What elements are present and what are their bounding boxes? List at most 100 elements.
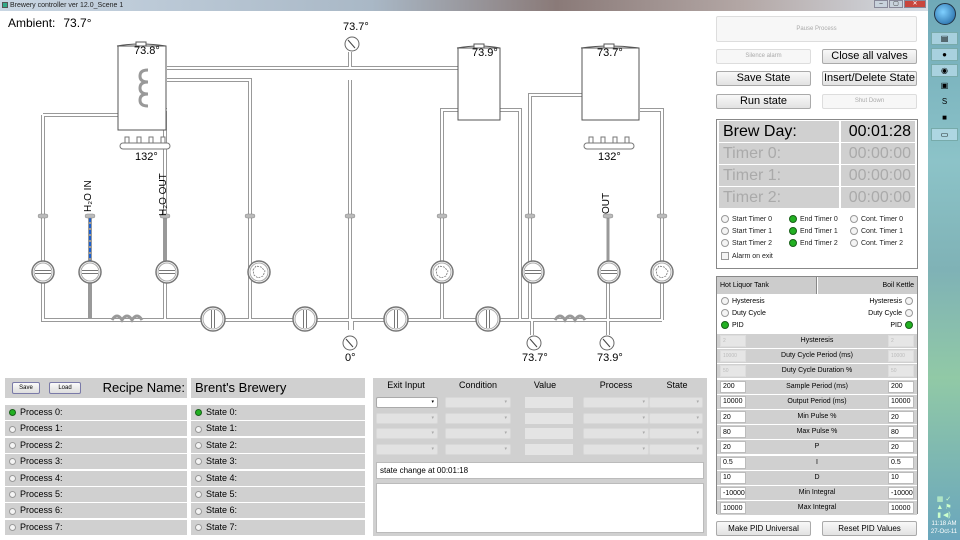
- left-pid-radio[interactable]: PID: [721, 321, 744, 329]
- shut-down-button[interactable]: Shut Down: [822, 94, 917, 109]
- condition-select[interactable]: ▾: [445, 428, 511, 439]
- pid-right-input[interactable]: [888, 350, 914, 363]
- pid-left-input[interactable]: [720, 456, 746, 469]
- pid-right-input[interactable]: [888, 471, 914, 484]
- state-select[interactable]: ▾: [649, 397, 703, 408]
- start-timer-0-radio[interactable]: Start Timer 0: [721, 215, 772, 223]
- exit-input-select[interactable]: ▾: [376, 397, 438, 408]
- windows-orb-icon[interactable]: [934, 3, 956, 25]
- pid-right-input[interactable]: [888, 411, 914, 423]
- state-item[interactable]: State 1:: [191, 421, 365, 437]
- silence-alarm-button[interactable]: Silence alarm: [716, 49, 811, 64]
- pause-process-button[interactable]: Pause Process: [716, 16, 917, 42]
- process-select[interactable]: ▾: [583, 443, 649, 455]
- value-field[interactable]: [525, 412, 573, 424]
- app-icon[interactable]: ▣: [931, 80, 958, 93]
- pid-left-input[interactable]: [720, 441, 746, 454]
- process-item[interactable]: Process 4:: [5, 470, 187, 486]
- right-hysteresis-radio[interactable]: Hysteresis: [869, 297, 913, 305]
- exit-input-select[interactable]: ▾: [376, 428, 438, 439]
- pid-right-input[interactable]: [888, 426, 914, 439]
- state-select[interactable]: ▾: [649, 428, 703, 439]
- state-item[interactable]: State 7:: [191, 519, 365, 535]
- left-hysteresis-radio[interactable]: Hysteresis: [721, 297, 765, 305]
- pid-right-input[interactable]: [888, 487, 914, 499]
- state-item[interactable]: State 3:: [191, 454, 365, 470]
- right-pid-radio[interactable]: PID: [890, 321, 913, 329]
- acrobat-icon[interactable]: ■: [931, 112, 958, 125]
- value-field[interactable]: [525, 443, 573, 455]
- recipe-load-button[interactable]: Load: [49, 382, 81, 394]
- pid-left-input[interactable]: [720, 471, 746, 484]
- pid-right-input[interactable]: [888, 502, 914, 515]
- end-timer-2-radio[interactable]: End Timer 2: [789, 239, 838, 247]
- start-timer-1-radio[interactable]: Start Timer 1: [721, 227, 772, 235]
- recipe-save-button[interactable]: Save: [12, 382, 40, 394]
- exit-input-select[interactable]: ▾: [376, 412, 438, 424]
- end-timer-0-radio[interactable]: End Timer 0: [789, 215, 838, 223]
- clock-time[interactable]: 11:18 AM: [930, 520, 958, 528]
- insert-delete-state-button[interactable]: Insert/Delete State: [822, 71, 917, 86]
- state-select[interactable]: ▾: [649, 412, 703, 424]
- state-item[interactable]: State 6:: [191, 503, 365, 519]
- skype-icon[interactable]: S: [931, 96, 958, 109]
- start-timer-2-radio[interactable]: Start Timer 2: [721, 239, 772, 247]
- cont-timer-1-radio[interactable]: Cont. Timer 1: [850, 227, 903, 235]
- condition-select[interactable]: ▾: [445, 412, 511, 424]
- pid-right-input[interactable]: [888, 335, 914, 347]
- state-item[interactable]: State 5:: [191, 487, 365, 502]
- end-timer-1-radio[interactable]: End Timer 1: [789, 227, 838, 235]
- folder-icon[interactable]: ▤: [931, 32, 958, 45]
- pid-left-input[interactable]: [720, 335, 746, 347]
- state-select[interactable]: ▾: [649, 443, 703, 455]
- left-duty-cycle-radio[interactable]: Duty Cycle: [721, 309, 766, 317]
- state-item[interactable]: State 4:: [191, 470, 365, 486]
- condition-select[interactable]: ▾: [445, 443, 511, 455]
- pid-left-input[interactable]: [720, 411, 746, 423]
- pid-right-input[interactable]: [888, 380, 914, 393]
- process-item[interactable]: Process 2:: [5, 437, 187, 453]
- state-item[interactable]: State 2:: [191, 437, 365, 453]
- pid-right-input[interactable]: [888, 456, 914, 469]
- pid-left-input[interactable]: [720, 365, 746, 378]
- minimize-button[interactable]: –: [874, 0, 888, 8]
- process-item[interactable]: Process 3:: [5, 454, 187, 470]
- right-duty-cycle-radio[interactable]: Duty Cycle: [868, 309, 913, 317]
- process-select[interactable]: ▾: [583, 428, 649, 439]
- process-item[interactable]: Process 6:: [5, 503, 187, 519]
- pid-left-input[interactable]: [720, 395, 746, 408]
- pid-left-input[interactable]: [720, 426, 746, 439]
- process-select[interactable]: ▾: [583, 397, 649, 408]
- value-field[interactable]: [525, 397, 573, 408]
- condition-select[interactable]: ▾: [445, 397, 511, 408]
- close-all-valves-button[interactable]: Close all valves: [822, 49, 917, 64]
- state-item[interactable]: State 0:: [191, 405, 365, 420]
- status-log-area[interactable]: [376, 483, 704, 533]
- process-item[interactable]: Process 7:: [5, 519, 187, 535]
- pid-left-input[interactable]: [720, 487, 746, 499]
- cont-timer-2-radio[interactable]: Cont. Timer 2: [850, 239, 903, 247]
- pid-right-input[interactable]: [888, 441, 914, 454]
- value-field[interactable]: [525, 428, 573, 439]
- pid-left-input[interactable]: [720, 350, 746, 363]
- pid-left-input[interactable]: [720, 380, 746, 393]
- run-state-button[interactable]: Run state: [716, 94, 811, 109]
- recipe-name-field[interactable]: Brent's Brewery: [191, 378, 365, 398]
- window-icon[interactable]: ▭: [931, 128, 958, 141]
- save-state-button[interactable]: Save State: [716, 71, 811, 86]
- pid-right-input[interactable]: [888, 395, 914, 408]
- process-item[interactable]: Process 5:: [5, 487, 187, 502]
- alarm-on-exit-checkbox[interactable]: Alarm on exit: [721, 252, 773, 260]
- tray-icons[interactable]: ▦ ✓ ▲ ⚑ ▮ ◀): [930, 496, 958, 520]
- reset-pid-values-button[interactable]: Reset PID Values: [822, 521, 917, 536]
- pid-left-input[interactable]: [720, 502, 746, 515]
- maximize-button[interactable]: ▢: [889, 0, 903, 8]
- process-item[interactable]: Process 0:: [5, 405, 187, 420]
- close-button[interactable]: ✕: [904, 0, 926, 8]
- pid-right-input[interactable]: [888, 365, 914, 378]
- exit-input-select[interactable]: ▾: [376, 443, 438, 455]
- steam-icon[interactable]: ◉: [931, 64, 958, 77]
- make-pid-universal-button[interactable]: Make PID Universal: [716, 521, 811, 536]
- cont-timer-0-radio[interactable]: Cont. Timer 0: [850, 215, 903, 223]
- clock-date[interactable]: 27-Oct-11: [930, 528, 958, 536]
